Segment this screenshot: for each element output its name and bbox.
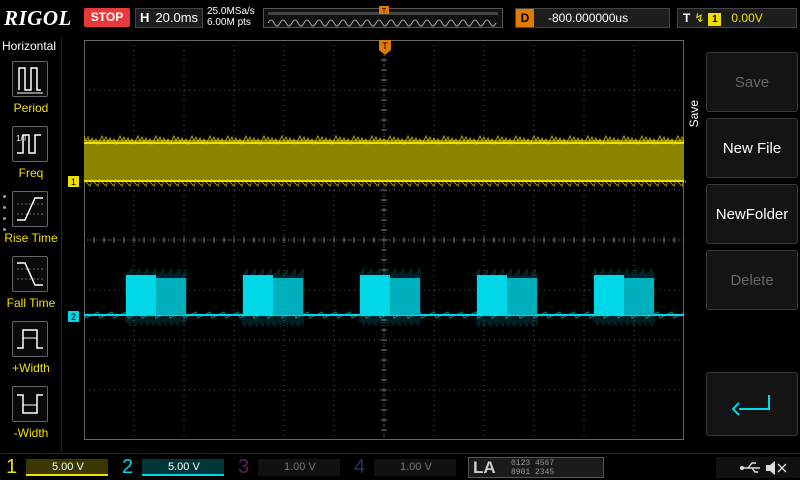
positive-width-icon — [12, 321, 48, 357]
la-bits: 0123 4567 8901 2345 — [511, 459, 554, 477]
oscilloscope-screen: RIGOL STOP H 20.0ms 25.0MSa/s 6.00M pts T… — [0, 0, 800, 480]
rise-time-icon — [12, 191, 48, 227]
period-icon — [12, 61, 48, 97]
run-stop-status[interactable]: STOP — [84, 8, 130, 27]
measure-rise-time[interactable]: Rise Time — [0, 187, 62, 247]
frequency-icon: 1/T — [12, 126, 48, 162]
channel-2[interactable]: 2 5.00 V — [116, 456, 226, 479]
delay-value: -800.000000us — [548, 11, 629, 25]
top-status-bar: RIGOL STOP H 20.0ms 25.0MSa/s 6.00M pts T… — [0, 0, 800, 36]
new-file-button[interactable]: New File — [706, 118, 798, 178]
timebase-value: 20.0ms — [155, 10, 199, 25]
ch2-burst-tail — [390, 278, 420, 315]
channel-number: 2 — [122, 456, 134, 478]
measure-label: -Width — [13, 426, 49, 440]
waveform-display[interactable] — [83, 39, 685, 441]
fall-time-icon — [12, 256, 48, 292]
channel-scale: 1.00 V — [374, 459, 456, 476]
ch2-burst-tail — [273, 278, 303, 315]
trigger-source: 1 — [708, 13, 722, 26]
channel-number: 3 — [238, 456, 250, 478]
svg-text:1: 1 — [71, 177, 76, 187]
trigger-label: T — [683, 11, 691, 25]
system-status — [716, 457, 800, 478]
channel-number: 1 — [6, 456, 18, 478]
svg-text:1/T: 1/T — [16, 134, 28, 143]
channel-number: 4 — [354, 456, 366, 478]
ch1-offset-marker[interactable]: 1 — [68, 176, 82, 188]
measure-label: +Width — [12, 361, 50, 375]
la-bits-row: 8901 2345 — [511, 468, 555, 477]
save-menu: Save Save New File NewFolder Delete — [686, 40, 800, 440]
new-folder-button[interactable]: NewFolder — [706, 184, 798, 244]
measure-label: Fall Time — [6, 296, 56, 310]
measure-positive-width[interactable]: +Width — [0, 317, 62, 377]
channel-scale: 5.00 V — [142, 459, 224, 476]
save-button[interactable]: Save — [706, 52, 798, 112]
ch2-burst-tail — [507, 278, 537, 315]
trigger-level: 0.00V — [731, 11, 763, 25]
measure-label: Freq — [18, 166, 44, 180]
rising-edge-icon: ↯ — [694, 11, 705, 25]
measure-fall-time[interactable]: Fall Time — [0, 252, 62, 312]
menu-title: Save — [687, 100, 701, 128]
ch2-offset-marker[interactable]: 2 — [68, 311, 82, 323]
channel-4[interactable]: 4 1.00 V — [348, 456, 458, 479]
ch2-burst-tail — [624, 278, 654, 315]
measure-label: Rise Time — [4, 231, 58, 245]
channel-1[interactable]: 1 5.00 V — [0, 456, 110, 479]
delay-display[interactable]: D -800.000000us — [515, 8, 670, 28]
memory-trigger-marker-icon: T — [379, 6, 389, 15]
ch2-burst — [594, 275, 624, 315]
svg-text:T: T — [382, 41, 388, 51]
channel-scale: 1.00 V — [258, 459, 340, 476]
measure-negative-width[interactable]: -Width — [0, 382, 62, 442]
delete-button[interactable]: Delete — [706, 250, 798, 310]
measure-label: Period — [13, 101, 49, 115]
usb-icon — [740, 462, 760, 473]
la-label: LA — [473, 458, 496, 477]
ch2-burst — [477, 275, 507, 315]
acquisition-info: 25.0MSa/s 6.00M pts — [207, 6, 255, 28]
delay-label: D — [516, 9, 534, 27]
sample-rate: 25.0MSa/s — [207, 6, 255, 17]
measure-panel: Horizontal Period 1/T Freq Rise Time Fal… — [0, 37, 62, 452]
measure-frequency[interactable]: 1/T Freq — [0, 122, 62, 182]
svg-text:2: 2 — [71, 312, 76, 322]
logic-analyzer[interactable]: LA 0123 4567 8901 2345 — [468, 457, 604, 478]
negative-width-icon — [12, 386, 48, 422]
channel-3[interactable]: 3 1.00 V — [232, 456, 342, 479]
ch2-burst — [126, 275, 156, 315]
trigger-position-marker[interactable]: T — [379, 40, 391, 56]
graticule — [83, 39, 685, 441]
channel-scale: 5.00 V — [26, 459, 108, 476]
ch2-burst — [243, 275, 273, 315]
back-button[interactable] — [706, 372, 798, 436]
svg-text:T: T — [382, 8, 387, 15]
channel-bar: 1 5.00 V 2 5.00 V 3 1.00 V 4 1.00 V LA 0… — [0, 453, 800, 480]
measure-category[interactable]: Horizontal — [2, 39, 56, 53]
ch2-burst — [360, 275, 390, 315]
speaker-muted-icon[interactable] — [766, 461, 787, 475]
memory-depth: 6.00M pts — [207, 17, 251, 28]
brand-logo: RIGOL — [4, 6, 72, 30]
horizontal-label: H — [140, 10, 150, 25]
measure-period[interactable]: Period — [0, 57, 62, 117]
la-bits-row: 0123 4567 — [511, 459, 555, 468]
horizontal-timebase[interactable]: H 20.0ms — [135, 8, 203, 28]
ch1-trace-band — [84, 140, 684, 182]
trigger-display[interactable]: T ↯ 1 0.00V — [677, 8, 797, 28]
memory-overview: T — [263, 6, 503, 28]
ch2-burst-tail — [156, 278, 186, 315]
return-arrow-icon — [731, 395, 770, 416]
